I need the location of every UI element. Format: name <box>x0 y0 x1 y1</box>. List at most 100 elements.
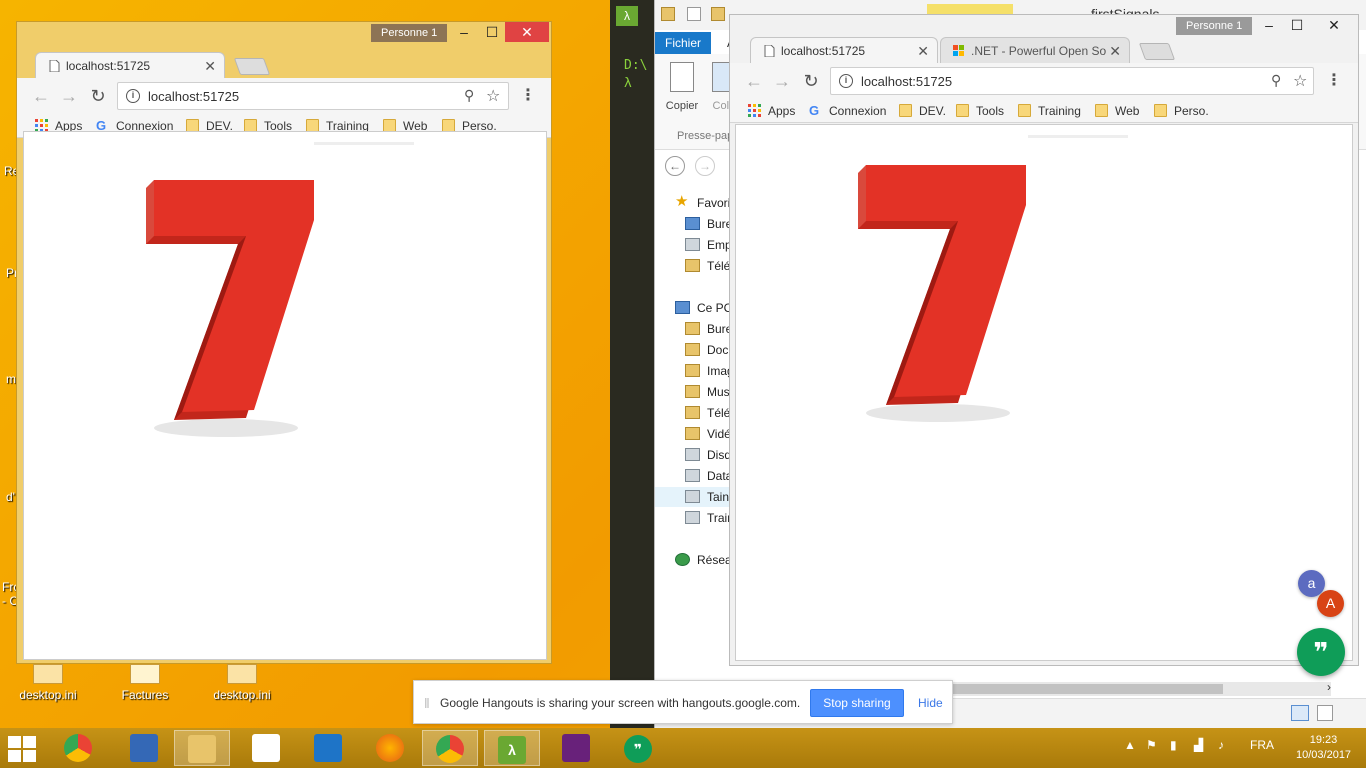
bookmark-folder[interactable]: Perso. <box>1154 103 1209 119</box>
copy-button[interactable]: Copier <box>665 62 699 112</box>
info-icon[interactable]: i <box>126 89 140 103</box>
taskbar-firefox[interactable] <box>362 730 418 766</box>
close-tab-icon[interactable]: ✕ <box>204 53 216 79</box>
file-icon <box>33 664 63 684</box>
zoom-icon[interactable]: ⚲ <box>464 87 474 104</box>
reload-icon[interactable]: ↻ <box>86 84 110 108</box>
tab-dotnet[interactable]: .NET - Powerful Open So ✕ <box>940 37 1130 64</box>
remote-desktop-icon <box>130 734 158 762</box>
taskbar-visual-studio-code[interactable] <box>300 730 356 766</box>
maximize-button[interactable]: ☐ <box>1282 15 1312 35</box>
address-bar[interactable]: i localhost:51725 ⚲ ☆ <box>117 82 509 110</box>
bookmark-star-icon[interactable]: ☆ <box>1293 71 1307 91</box>
chrome-window-right[interactable]: Personne 1 ‒ ☐ ✕ localhost:51725 ✕ .NET … <box>729 14 1359 666</box>
address-bar[interactable]: i localhost:51725 ⚲ ☆ <box>830 67 1314 95</box>
start-button[interactable] <box>8 736 38 762</box>
taskbar-hangouts[interactable]: ❞ <box>610 730 666 766</box>
close-window-button[interactable]: ✕ <box>505 22 549 42</box>
scroll-right-icon[interactable]: › <box>1327 680 1331 694</box>
desktop-icon[interactable]: desktop.ini <box>207 664 277 702</box>
details-view-icon[interactable] <box>1291 705 1309 721</box>
tab-localhost[interactable]: localhost:51725 ✕ <box>35 52 225 79</box>
tab-localhost[interactable]: localhost:51725 ✕ <box>750 37 938 64</box>
taskbar-file-explorer[interactable] <box>174 730 230 766</box>
drag-handle-icon[interactable]: ‖ <box>424 695 430 711</box>
close-window-button[interactable]: ✕ <box>1312 15 1356 35</box>
new-tab-button[interactable] <box>233 58 271 75</box>
forward-arrow-icon[interactable]: → <box>770 69 794 93</box>
tree-item-this-pc[interactable]: Ce PC <box>675 298 732 318</box>
page-icon <box>764 45 775 57</box>
bookmark-star-icon[interactable]: ☆ <box>486 86 500 106</box>
tree-item[interactable]: Emp <box>685 235 732 255</box>
folder-icon <box>685 385 700 398</box>
tree-item[interactable]: Bure <box>685 214 732 234</box>
tree-item[interactable]: Trair <box>685 508 731 528</box>
bookmark-folder[interactable]: Tools <box>956 103 1004 119</box>
bookmark-folder[interactable]: DEV. <box>899 103 946 119</box>
volume-icon[interactable]: ♪ <box>1218 738 1224 752</box>
back-arrow-icon[interactable]: ← <box>742 69 766 93</box>
windows-logo-icon <box>8 736 21 748</box>
taskbar-chrome-profile[interactable] <box>50 730 106 766</box>
tree-item[interactable]: Doc <box>685 340 728 360</box>
info-icon[interactable]: i <box>839 74 853 88</box>
tree-item-network[interactable]: Résea <box>675 550 732 570</box>
page-header-faint <box>314 142 414 145</box>
maximize-button[interactable]: ☐ <box>477 22 507 42</box>
new-tab-button[interactable] <box>1138 43 1176 60</box>
tiles-view-icon[interactable] <box>1317 705 1333 721</box>
tree-item[interactable]: Disq <box>685 445 731 465</box>
tree-item[interactable]: Imag <box>685 361 734 381</box>
participant-avatar[interactable]: A <box>1317 590 1344 617</box>
flag-icon[interactable]: ⚑ <box>1146 738 1157 752</box>
input-language[interactable]: FRA <box>1250 738 1274 752</box>
console-line: λ <box>624 76 632 91</box>
tree-item[interactable]: Télé <box>685 403 730 423</box>
close-tab-icon[interactable]: ✕ <box>1109 38 1121 64</box>
back-arrow-icon[interactable]: ← <box>29 84 53 108</box>
page-viewport[interactable]: 7 <box>23 131 547 660</box>
desktop-icon[interactable]: Factures <box>110 664 180 702</box>
tree-item[interactable]: Télé <box>685 256 730 276</box>
chrome-menu-icon[interactable]: ⋮ <box>520 84 536 108</box>
taskbar-apps-grid[interactable] <box>238 730 294 766</box>
network-signal-icon[interactable]: ▟ <box>1194 738 1203 752</box>
hangouts-button[interactable]: ❞ <box>1297 628 1345 676</box>
chrome-window-left[interactable]: Personne 1 ‒ ☐ ✕ localhost:51725 ✕ ← → ↻… <box>16 21 552 664</box>
minimize-button[interactable]: ‒ <box>1254 15 1284 35</box>
chrome-menu-icon[interactable]: ⋮ <box>1326 69 1342 93</box>
minimize-button[interactable]: ‒ <box>449 22 479 42</box>
show-hidden-icons[interactable]: ▲ <box>1124 738 1136 752</box>
hide-link[interactable]: Hide <box>918 696 943 710</box>
profile-button[interactable]: Personne 1 <box>371 24 448 42</box>
tree-item[interactable]: Tain <box>685 487 729 507</box>
tree-item-favorites[interactable]: ★ Favori <box>675 193 730 213</box>
battery-icon[interactable]: ▮ <box>1170 738 1177 752</box>
browser-toolbar: ← → ↻ i localhost:51725 ⚲ ☆ ⋮ <box>17 78 551 114</box>
tree-item[interactable]: Vidé <box>685 424 731 444</box>
forward-arrow-icon[interactable]: → <box>57 84 81 108</box>
page-viewport[interactable]: 7 <box>735 124 1353 661</box>
system-clock[interactable]: 19:23 10/03/2017 <box>1296 733 1351 763</box>
desktop-icon[interactable]: desktop.ini <box>13 664 83 702</box>
tree-item[interactable]: Bure <box>685 319 732 339</box>
forward-arrow-icon[interactable]: → <box>695 156 715 176</box>
taskbar-chrome[interactable] <box>422 730 478 766</box>
reload-icon[interactable]: ↻ <box>799 69 823 93</box>
close-tab-icon[interactable]: ✕ <box>917 38 929 64</box>
back-arrow-icon[interactable]: ← <box>665 156 685 176</box>
ribbon-tab-file[interactable]: Fichier <box>655 32 712 54</box>
tree-item[interactable]: Mus <box>685 382 730 402</box>
bookmark-apps[interactable]: Apps <box>748 103 795 119</box>
bookmark-folder[interactable]: Web <box>1095 103 1139 119</box>
taskbar-visual-studio[interactable] <box>548 730 604 766</box>
zoom-icon[interactable]: ⚲ <box>1271 72 1281 89</box>
tree-item[interactable]: Data <box>685 466 732 486</box>
taskbar-cmder[interactable]: λ <box>484 730 540 766</box>
stop-sharing-button[interactable]: Stop sharing <box>810 689 904 717</box>
taskbar-remote-desktop[interactable] <box>116 730 172 766</box>
bookmark-connexion[interactable]: G Connexion <box>809 103 886 119</box>
console-window[interactable]: λ D:\ λ <box>610 0 654 728</box>
bookmark-folder[interactable]: Training <box>1018 103 1081 119</box>
